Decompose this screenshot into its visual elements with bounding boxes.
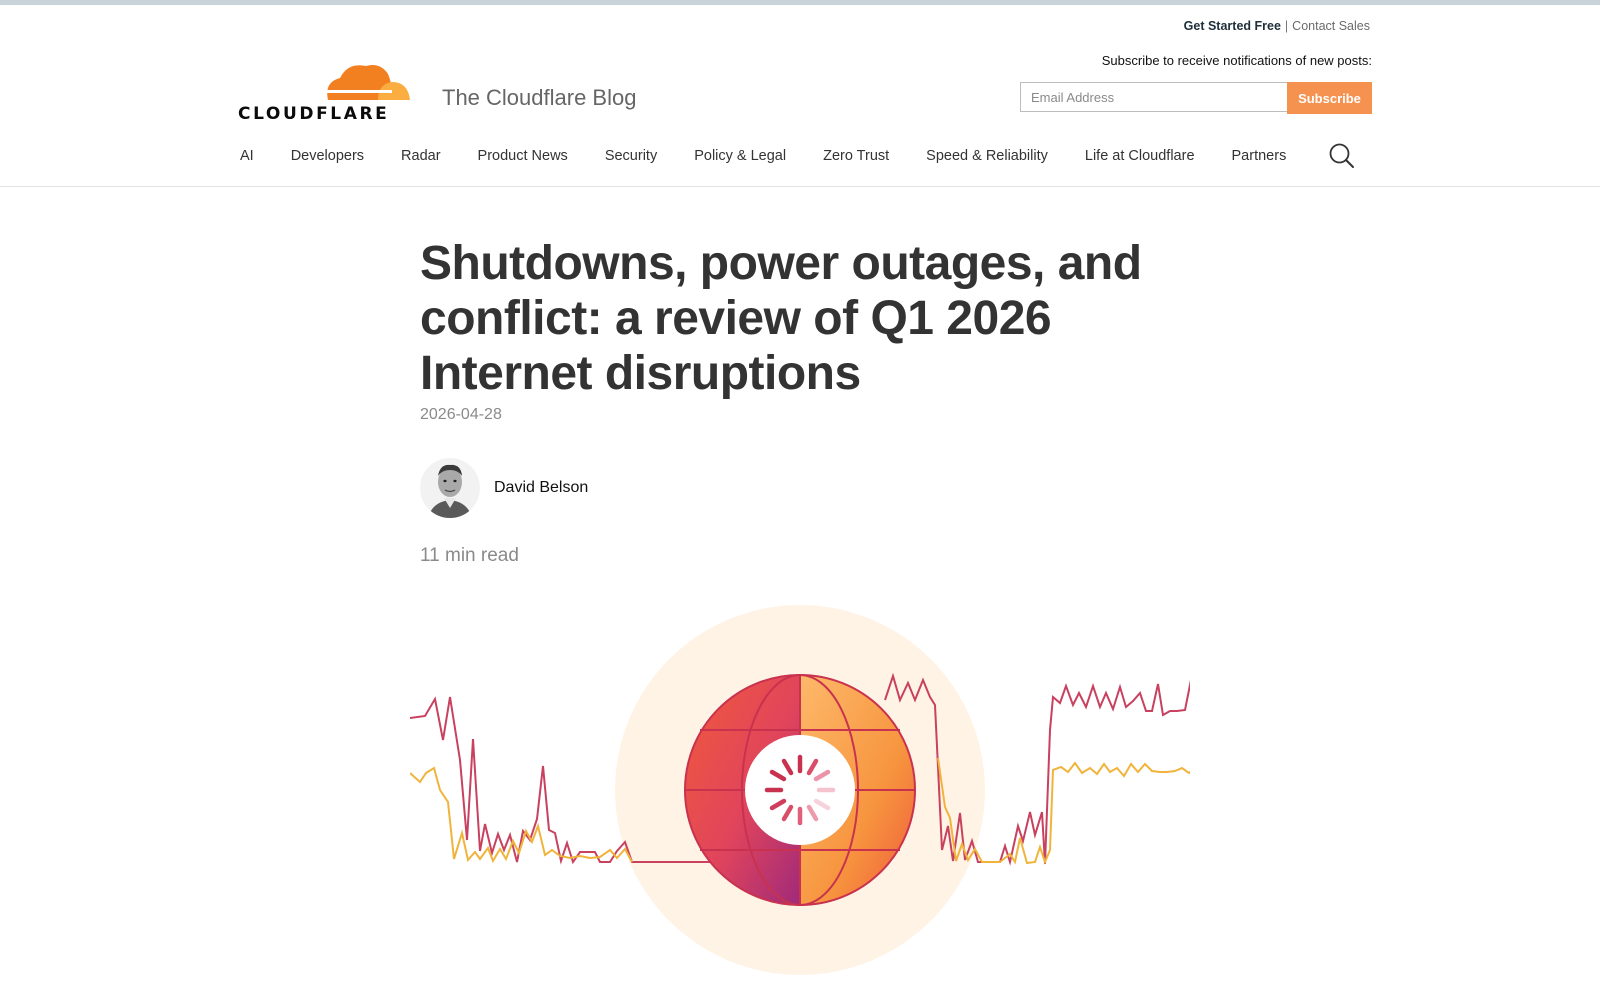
nav-item-speed-reliability[interactable]: Speed & Reliability	[926, 148, 1048, 164]
cloudflare-logo[interactable]: CLOUDFLARE	[238, 60, 412, 124]
subscribe-form: Subscribe	[1020, 82, 1372, 114]
email-input[interactable]	[1020, 82, 1287, 112]
cloud-logo-icon	[326, 65, 410, 100]
nav-item-policy-legal[interactable]: Policy & Legal	[694, 148, 786, 164]
hero-globe-center	[745, 735, 855, 845]
nav-item-ai[interactable]: AI	[240, 148, 254, 164]
nav-item-product-news[interactable]: Product News	[478, 148, 568, 164]
utility-links: Get Started Free | Contact Sales	[1184, 19, 1370, 33]
site-header: Get Started Free | Contact Sales CLOUDFLAR…	[0, 5, 1600, 187]
nav-item-developers[interactable]: Developers	[291, 148, 364, 164]
nav-item-partners[interactable]: Partners	[1232, 148, 1287, 164]
nav-item-life-at-cloudflare[interactable]: Life at Cloudflare	[1085, 148, 1195, 164]
hero-yellow-line-left	[409, 766, 633, 864]
logo-wordmark: CLOUDFLARE	[238, 104, 390, 124]
get-started-link[interactable]: Get Started Free	[1184, 19, 1281, 33]
main-nav: AI Developers Radar Product News Securit…	[240, 143, 1354, 168]
blog-title[interactable]: The Cloudflare Blog	[442, 85, 636, 111]
contact-sales-link[interactable]: Contact Sales	[1292, 19, 1370, 33]
hero-illustration	[409, 600, 1198, 980]
author-avatar[interactable]	[420, 458, 480, 518]
subscribe-button[interactable]: Subscribe	[1287, 82, 1372, 114]
subscribe-label: Subscribe to receive notifications of ne…	[1101, 53, 1372, 68]
article-header: Shutdowns, power outages, and conflict: …	[420, 236, 1180, 401]
author-name[interactable]: David Belson	[494, 479, 588, 497]
nav-item-security[interactable]: Security	[605, 148, 657, 164]
search-icon[interactable]	[1328, 142, 1356, 170]
nav-item-zero-trust[interactable]: Zero Trust	[823, 148, 889, 164]
link-separator: |	[1284, 19, 1289, 33]
article-date: 2026-04-28	[420, 406, 502, 423]
author-block: David Belson	[420, 458, 588, 518]
nav-item-radar[interactable]: Radar	[401, 148, 441, 164]
read-time: 11 min read	[420, 545, 519, 566]
article-title: Shutdowns, power outages, and conflict: …	[420, 237, 1142, 400]
